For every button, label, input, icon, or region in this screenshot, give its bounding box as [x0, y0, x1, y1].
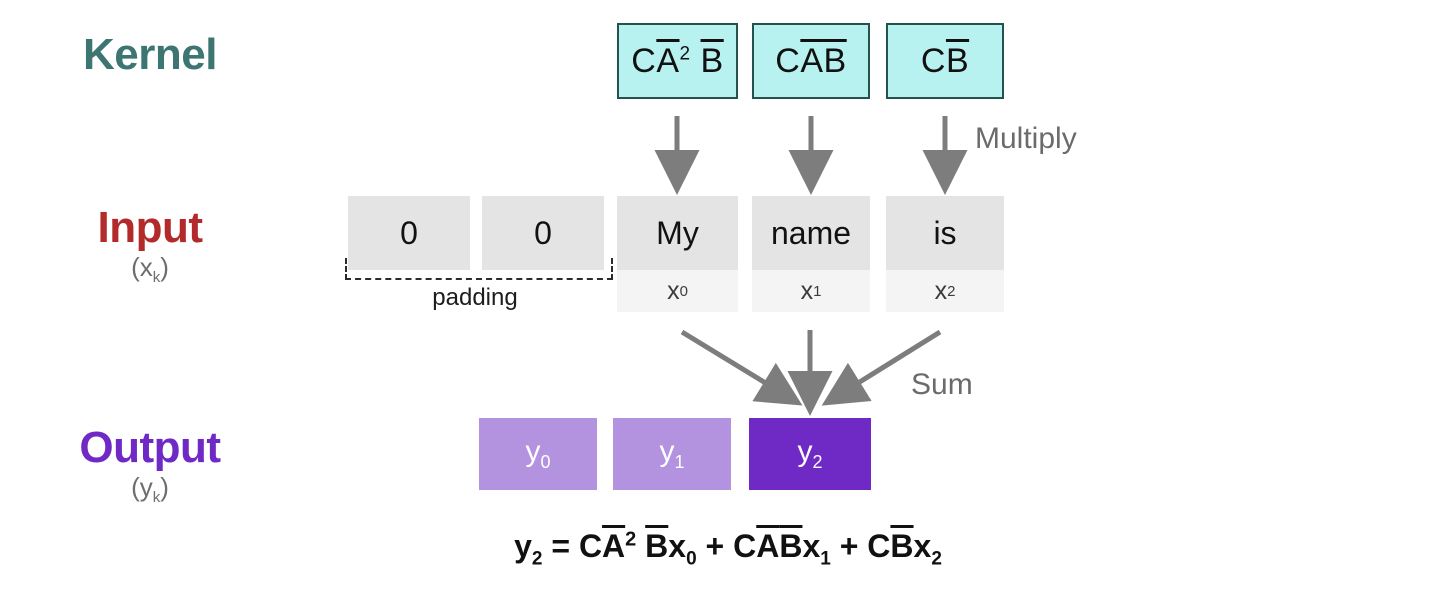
kernel-box-0-text: CA2 B	[631, 41, 724, 80]
multiply-label: Multiply	[975, 122, 1077, 155]
input-token-0-var: x0	[617, 270, 738, 312]
equation-plus-2: +	[839, 528, 859, 564]
output-box-2: y2	[749, 418, 871, 490]
output-box-1: y1	[613, 418, 731, 490]
input-token-1-word: name	[752, 196, 870, 270]
input-token-2-var: x2	[886, 270, 1004, 312]
input-token-1: name x1	[752, 196, 870, 312]
input-label-subscript: (xk)	[131, 252, 169, 287]
output-box-2-text: y2	[797, 435, 823, 472]
input-token-0: My x0	[617, 196, 738, 312]
output-equation: y2 = CA2 Bx0 + CABx1 + CBx2	[0, 528, 1456, 570]
output-label-text: Output	[79, 423, 221, 472]
output-row-label: Output (yk)	[0, 423, 300, 507]
kernel-box-1-text: CAB	[775, 41, 847, 80]
sum-arrow-left	[680, 329, 803, 406]
output-box-1-text: y1	[659, 435, 685, 472]
diagram-canvas: Kernel Input (xk) Output (yk) CA2 B CAB …	[0, 0, 1456, 600]
kernel-box-2-text: CB	[920, 41, 970, 80]
kernel-label-text: Kernel	[83, 30, 217, 79]
padding-bracket	[345, 258, 613, 280]
equation-equals: =	[551, 528, 571, 564]
sum-label: Sum	[911, 368, 973, 401]
input-row-label: Input (xk)	[0, 203, 300, 287]
output-label-subscript: (yk)	[131, 472, 169, 507]
kernel-box-0: CA2 B	[617, 23, 738, 99]
equation-plus-1: +	[705, 528, 725, 564]
equation-term-1: CA2 Bx0	[578, 528, 697, 570]
kernel-box-2: CB	[886, 23, 1004, 99]
input-token-2: is x2	[886, 196, 1004, 312]
kernel-box-1: CAB	[752, 23, 870, 99]
padding-label: padding	[432, 284, 518, 311]
equation-lhs: y2	[514, 528, 543, 570]
input-label-text: Input	[97, 203, 203, 252]
output-box-0-text: y0	[525, 435, 551, 472]
equation-term-3: CBx2	[867, 528, 942, 570]
equation-term-2: CABx1	[733, 528, 831, 570]
input-token-0-word: My	[617, 196, 738, 270]
kernel-row-label: Kernel	[0, 30, 300, 79]
input-token-2-word: is	[886, 196, 1004, 270]
output-box-0: y0	[479, 418, 597, 490]
input-token-1-var: x1	[752, 270, 870, 312]
